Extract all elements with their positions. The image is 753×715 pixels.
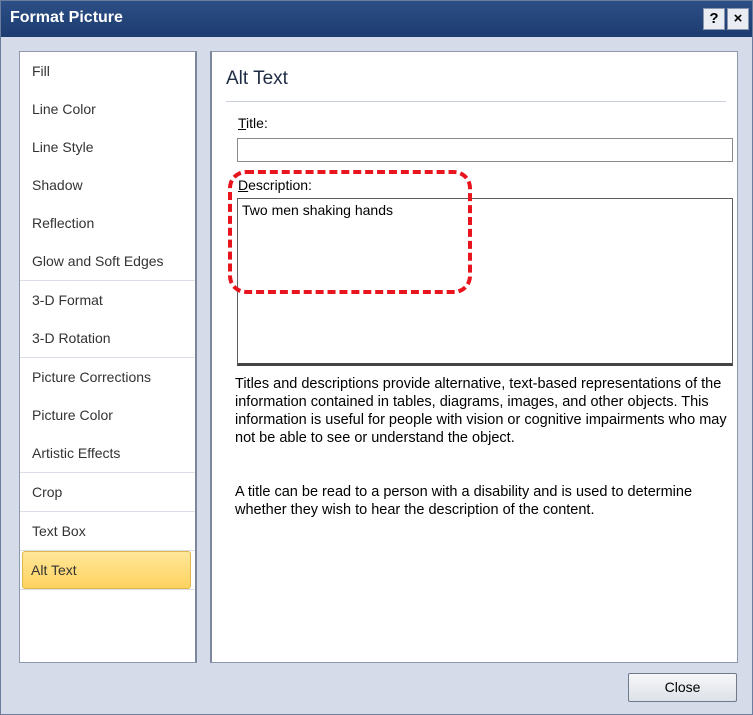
sidebar-item-text-box[interactable]: Text Box	[20, 512, 195, 550]
sidebar-group: Picture Corrections Picture Color Artistic…	[20, 358, 195, 473]
help-button[interactable]: ?	[703, 8, 725, 30]
alt-text-panel: Alt Text Title: Description: Two men sha…	[210, 51, 738, 663]
sidebar-group: Fill Line Color Line Style Shadow Reflection…	[20, 52, 195, 281]
sidebar-item-3-d-rotation[interactable]: 3-D Rotation	[20, 319, 195, 357]
window-title: Format Picture	[10, 9, 123, 26]
close-window-button[interactable]: ×	[727, 8, 749, 30]
sidebar-item-line-style[interactable]: Line Style	[20, 128, 195, 166]
sidebar-item-picture-color[interactable]: Picture Color	[20, 396, 195, 434]
sidebar-item-picture-corrections[interactable]: Picture Corrections	[20, 358, 195, 396]
sidebar-group: 3-D Format 3-D Rotation	[20, 281, 195, 358]
help-paragraph-1: Titles and descriptions provide alternat…	[235, 376, 727, 446]
help-paragraph-2: A title can be read to a person with a d…	[235, 484, 693, 518]
sidebar-item-line-color[interactable]: Line Color	[20, 90, 195, 128]
dashed-highlight-annotation	[228, 170, 472, 294]
sidebar-item-crop[interactable]: Crop	[20, 473, 195, 511]
sidebar-item-glow-and-soft-edges[interactable]: Glow and Soft Edges	[20, 242, 195, 280]
sidebar-item-artistic-effects[interactable]: Artistic Effects	[20, 434, 195, 472]
sidebar-item-alt-text[interactable]: Alt Text	[22, 551, 191, 589]
sidebar-item-reflection[interactable]: Reflection	[20, 204, 195, 242]
sidebar-group: Alt Text	[20, 551, 195, 590]
sidebar-item-shadow[interactable]: Shadow	[20, 166, 195, 204]
title-label-text: itle:	[246, 115, 268, 131]
section-heading: Alt Text	[226, 68, 288, 89]
sidebar-item-fill[interactable]: Fill	[20, 52, 195, 90]
sidebar-item-3-d-format[interactable]: 3-D Format	[20, 281, 195, 319]
category-sidebar: Fill Line Color Line Style Shadow Reflection…	[19, 51, 197, 663]
sidebar-group: Text Box	[20, 512, 195, 551]
title-label: Title:	[238, 115, 268, 131]
close-button[interactable]: Close	[628, 673, 737, 702]
sidebar-group: Crop	[20, 473, 195, 512]
title-bar[interactable]: Format Picture ? ×	[1, 1, 752, 37]
title-input[interactable]	[237, 138, 733, 162]
section-divider	[226, 101, 726, 102]
format-picture-dialog: Format Picture ? × Fill Line Color Line St…	[0, 0, 753, 715]
title-label-mnemonic: T	[238, 115, 247, 131]
